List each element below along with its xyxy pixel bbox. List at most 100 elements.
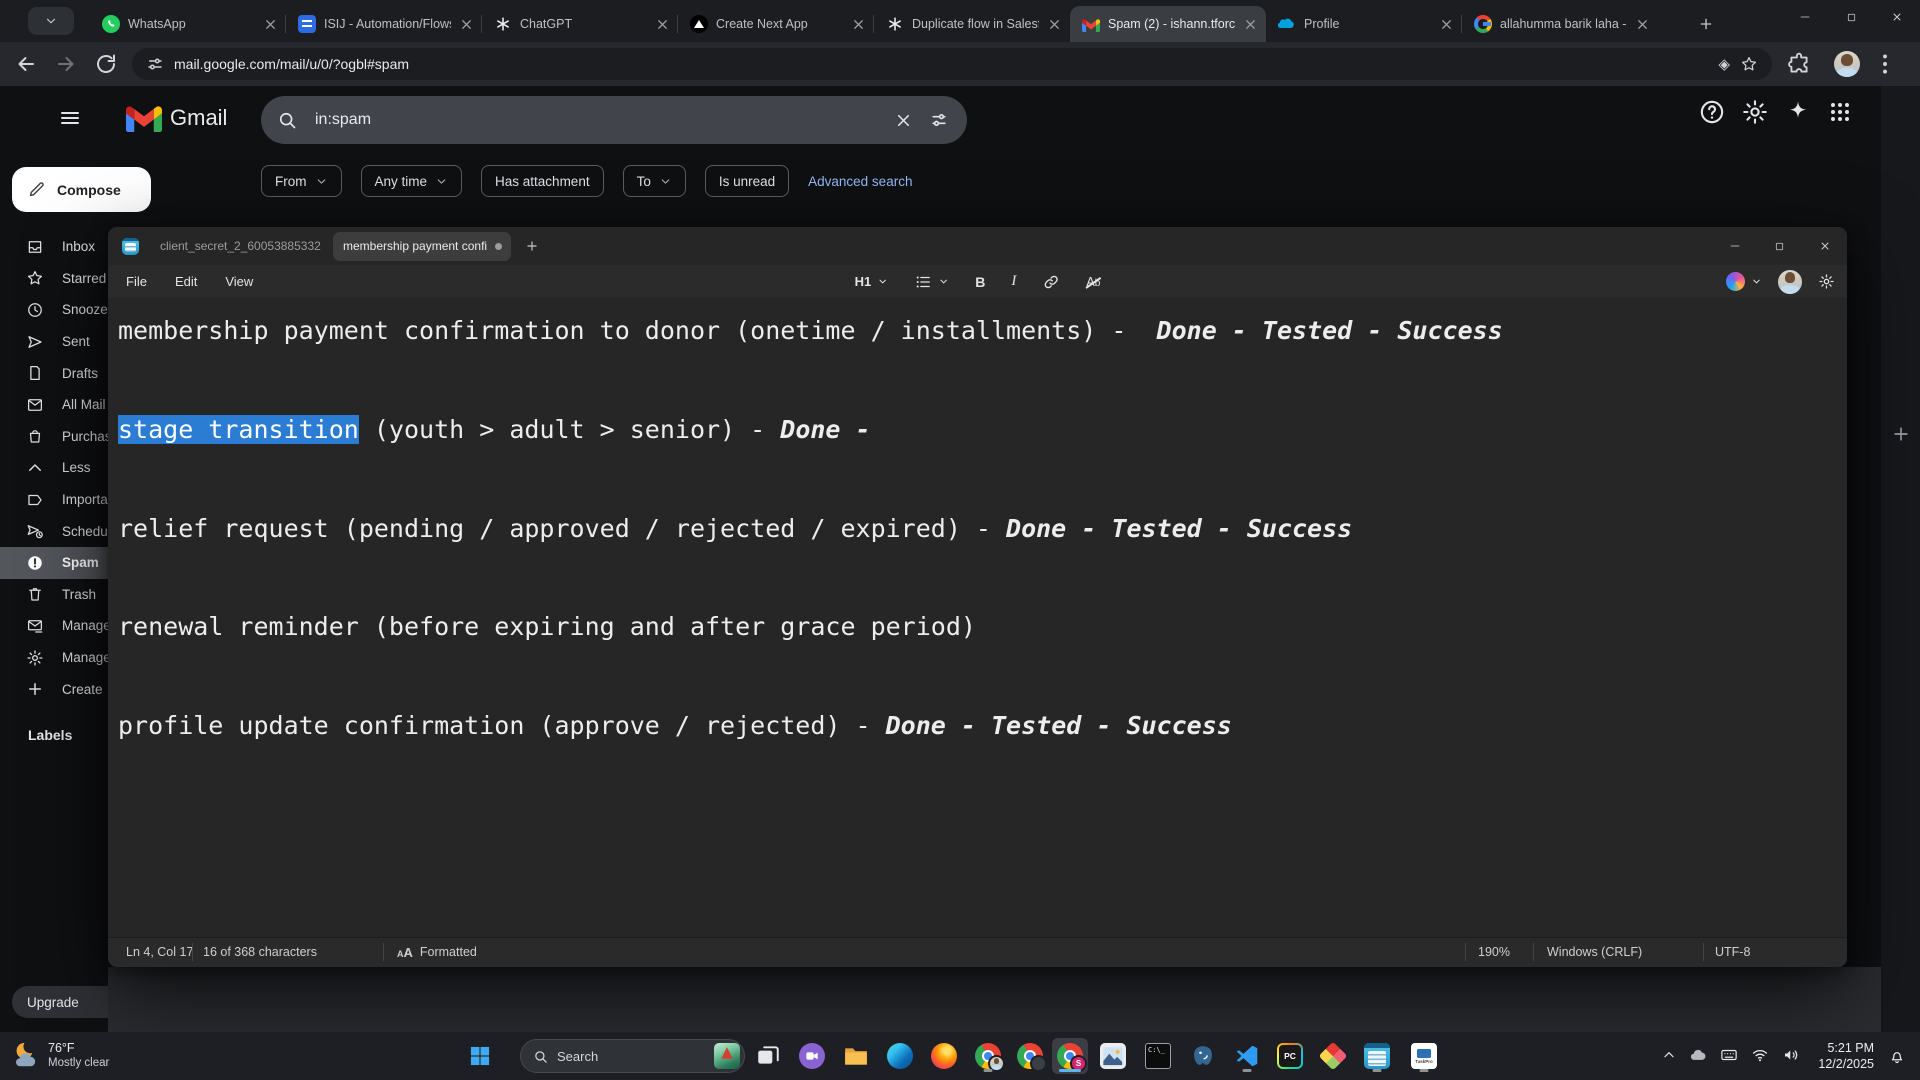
sidebar-item-important[interactable]: Important [0, 484, 108, 516]
tab-close-icon[interactable] [655, 17, 670, 32]
browser-tab[interactable]: Profile [1266, 6, 1462, 42]
tray-keyboard-icon[interactable] [1720, 1046, 1738, 1064]
notification-bell-icon[interactable] [1888, 1047, 1906, 1065]
heading-style-button[interactable]: H1 [855, 274, 889, 289]
clear-search-icon[interactable] [894, 111, 913, 130]
notepad-titlebar[interactable]: client_secret_2_60053885332-2reqe52rribc… [108, 227, 1847, 265]
browser-profile-avatar[interactable] [1834, 51, 1860, 77]
tray-chevron-up-icon[interactable] [1662, 1046, 1676, 1064]
reload-button[interactable] [94, 52, 118, 76]
taskbar-chrome-profile-2[interactable] [1012, 1038, 1048, 1074]
taskbar-search[interactable]: Search [520, 1039, 745, 1073]
notepad-tab[interactable]: client_secret_2_60053885332-2reqe52rribc [150, 232, 330, 261]
main-menu-hamburger-icon[interactable] [58, 106, 82, 130]
notepad-close-button[interactable] [1802, 227, 1847, 265]
clear-formatting-button[interactable]: Ab [1086, 275, 1100, 289]
tab-search-button[interactable] [28, 7, 74, 35]
extensions-puzzle-icon[interactable] [1786, 51, 1812, 77]
weather-widget[interactable]: 76°F Mostly clear [10, 1040, 109, 1070]
browser-tab[interactable]: ISIJ - Automation/Flows S [285, 6, 482, 42]
notepad-editor[interactable]: membership payment confirmation to donor… [108, 298, 1847, 937]
copilot-button[interactable] [1726, 272, 1762, 291]
notepad-maximize-button[interactable] [1757, 227, 1802, 265]
search-filter-tune-icon[interactable] [929, 110, 949, 130]
browser-tab[interactable]: Create Next App [677, 6, 874, 42]
sidebar-item-drafts[interactable]: Drafts [0, 357, 108, 389]
search-input[interactable]: in:spam [315, 111, 878, 129]
filter-chip[interactable]: Has attachment [481, 165, 604, 197]
menu-file[interactable]: File [112, 274, 161, 289]
tab-close-icon[interactable] [851, 17, 866, 32]
taskbar-photos-app[interactable] [1095, 1038, 1131, 1074]
notepad-minimize-button[interactable] [1712, 227, 1757, 265]
sidebar-item-spam[interactable]: Spam [0, 546, 108, 579]
menu-view[interactable]: View [211, 274, 267, 289]
compose-button[interactable]: Compose [12, 167, 151, 212]
notepad-new-tab-button[interactable] [519, 233, 545, 259]
taskbar-vscode[interactable] [1229, 1038, 1265, 1074]
filter-chip[interactable]: Is unread [704, 165, 790, 197]
sidebar-item-less[interactable]: Less [0, 452, 108, 484]
taskbar-notepad-app[interactable] [1359, 1038, 1395, 1074]
taskbar-git-tool[interactable] [1315, 1038, 1351, 1074]
address-bar[interactable]: mail.google.com/mail/u/0/?ogbl#spam ◈ [132, 48, 1772, 80]
notepad-account-avatar[interactable] [1778, 269, 1802, 294]
encoding-indicator[interactable]: UTF-8 [1715, 938, 1750, 966]
help-icon[interactable] [1698, 98, 1726, 126]
send-to-devices-icon[interactable]: ◈ [1718, 55, 1730, 73]
tab-close-icon[interactable] [263, 17, 278, 32]
zoom-level[interactable]: 190% [1478, 938, 1510, 966]
sidebar-item-create[interactable]: Create [0, 673, 108, 705]
filter-chip[interactable]: To [622, 165, 686, 197]
list-style-button[interactable] [914, 273, 949, 291]
gmail-logo-icon[interactable] [126, 102, 162, 132]
sidebar-item-trash[interactable]: Trash [0, 579, 108, 611]
browser-menu-kebab-icon[interactable] [1872, 51, 1898, 77]
side-add[interactable] [1891, 424, 1911, 449]
taskbar-chrome-profile-1[interactable] [970, 1038, 1006, 1074]
settings-gear-icon[interactable] [1741, 98, 1769, 126]
filter-chip[interactable]: Any time [360, 165, 463, 197]
taskbar-firefox-browser[interactable] [926, 1038, 962, 1074]
sidebar-item-snoozed[interactable]: Snoozed [0, 294, 108, 326]
taskbar-edge-browser[interactable] [882, 1038, 918, 1074]
close-button[interactable] [1874, 0, 1920, 34]
taskbar-terminal[interactable]: C:\_ [1140, 1038, 1176, 1074]
minimize-button[interactable] [1782, 0, 1828, 34]
tab-close-icon[interactable] [1635, 17, 1650, 32]
sidebar-item-manage[interactable]: Manage [0, 642, 108, 674]
tray-onedrive-icon[interactable] [1689, 1046, 1707, 1064]
notepad-settings-gear-icon[interactable] [1818, 273, 1835, 290]
apps-grid-icon[interactable] [1826, 98, 1854, 126]
gmail-search-bar[interactable]: in:spam [261, 96, 967, 144]
taskbar-chrome-profile-3[interactable]: S [1052, 1038, 1088, 1074]
taskbar-postgresql[interactable] [1185, 1038, 1221, 1074]
sidebar-item-all mail[interactable]: All Mail [0, 389, 108, 421]
browser-tab[interactable]: Spam (2) - ishann.tforce@ [1070, 6, 1266, 42]
italic-button[interactable]: I [1011, 273, 1016, 290]
notepad-tab[interactable]: membership payment confirmation [333, 231, 511, 261]
back-button[interactable] [14, 52, 38, 76]
menu-edit[interactable]: Edit [161, 274, 211, 289]
bookmark-star-icon[interactable] [1740, 55, 1758, 73]
insert-link-icon[interactable] [1042, 273, 1060, 291]
tab-close-icon[interactable] [1243, 17, 1258, 32]
taskbar-chat-app[interactable] [794, 1038, 830, 1074]
bold-button[interactable]: B [975, 274, 985, 290]
tray-volume-icon[interactable] [1782, 1046, 1800, 1064]
maximize-button[interactable] [1828, 0, 1874, 34]
new-tab-button[interactable] [1692, 10, 1720, 38]
browser-tab[interactable]: Duplicate flow in Salesforc [873, 6, 1070, 42]
taskbar-pycharm[interactable]: PC [1272, 1038, 1308, 1074]
tab-close-icon[interactable] [1439, 17, 1454, 32]
browser-tab[interactable]: ChatGPT [481, 6, 678, 42]
start-button[interactable] [462, 1038, 498, 1074]
sidebar-item-inbox[interactable]: Inbox [0, 231, 108, 263]
sidebar-item-sent[interactable]: Sent [0, 326, 108, 358]
site-privacy-icon[interactable] [146, 55, 164, 73]
tab-close-icon[interactable] [1047, 17, 1062, 32]
sidebar-item-starred[interactable]: Starred [0, 263, 108, 295]
sidebar-item-scheduled[interactable]: Scheduled [0, 515, 108, 547]
line-ending-indicator[interactable]: Windows (CRLF) [1547, 938, 1642, 966]
filter-chip[interactable]: From [261, 165, 342, 197]
